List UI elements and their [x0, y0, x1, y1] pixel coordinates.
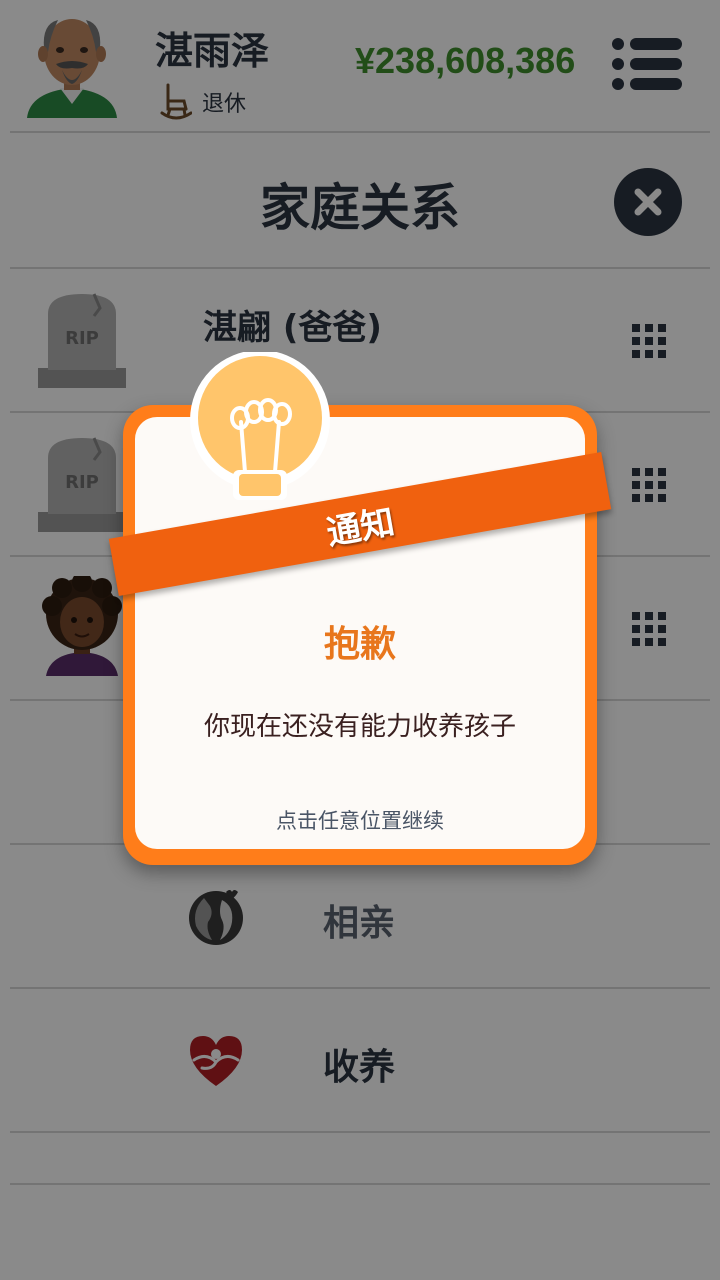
banner-title: 通知 — [323, 501, 398, 554]
continue-hint[interactable]: 点击任意位置继续 — [123, 805, 597, 835]
modal-message: 你现在还没有能力收养孩子 — [203, 712, 516, 742]
lightbulb-icon — [190, 352, 330, 500]
modal-heading: 抱歉 — [323, 624, 396, 665]
